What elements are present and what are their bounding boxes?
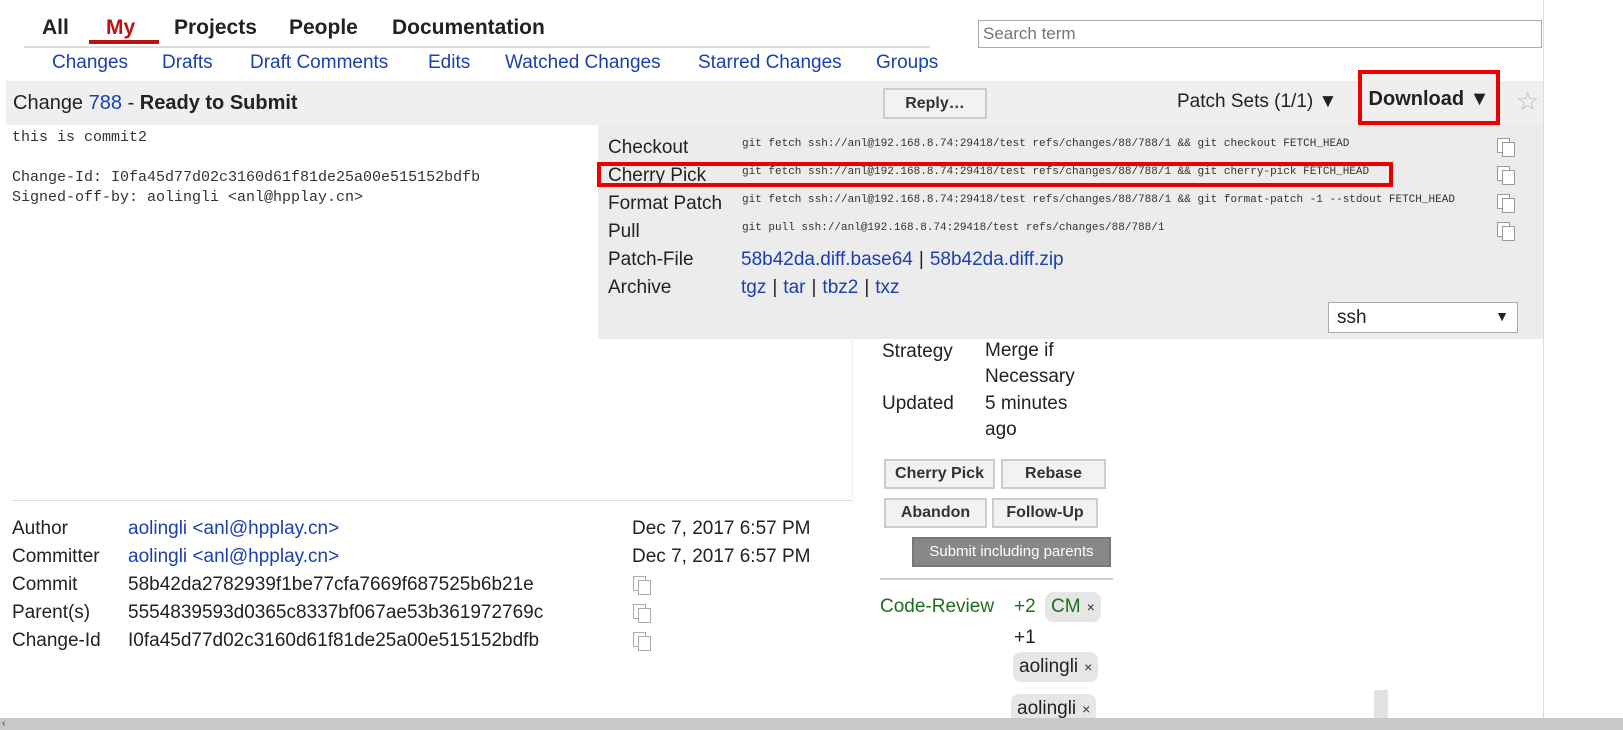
scroll-left-icon[interactable]: ‹ — [2, 718, 5, 729]
archive-label: Archive — [608, 277, 672, 298]
reviewer-chip: aolingli × — [1013, 652, 1099, 682]
archive-tbz2-link[interactable]: tbz2 — [822, 277, 858, 298]
chevron-down-icon: ▼ — [1495, 308, 1509, 324]
remove-reviewer-icon[interactable]: × — [1087, 599, 1095, 615]
archive-txz-link[interactable]: txz — [875, 277, 899, 298]
tab-all[interactable]: All — [42, 16, 69, 40]
change-label: Change — [13, 92, 84, 114]
cherry-pick-highlight-box — [597, 162, 1393, 187]
subtab-changes[interactable]: Changes — [52, 52, 128, 74]
top-nav: All My Projects People Documentation — [24, 0, 930, 48]
tab-my[interactable]: My — [106, 16, 135, 40]
change-number-link[interactable]: 788 — [89, 92, 122, 114]
strategy-value: Merge if Necessary — [985, 340, 1075, 387]
commit-hash: 58b42da2782939f1be77cfa7669f687525b6b21e — [128, 574, 534, 595]
download-label-pull: Pull — [608, 221, 640, 242]
reviewer-name: CM — [1051, 596, 1081, 617]
subtab-drafts[interactable]: Drafts — [162, 52, 213, 74]
subtab-starred-changes[interactable]: Starred Changes — [698, 52, 842, 74]
subtab-watched-changes[interactable]: Watched Changes — [505, 52, 661, 74]
reviewer-chip: CM × — [1045, 592, 1101, 622]
change-id-label: Change-Id — [12, 630, 101, 651]
rebase-button[interactable]: Rebase — [1001, 459, 1106, 489]
reviewer-name: aolingli — [1019, 656, 1079, 677]
updated-value: 5 minutes ago — [985, 393, 1068, 440]
subtab-draft-comments[interactable]: Draft Comments — [250, 52, 388, 74]
reply-button[interactable]: Reply… — [883, 88, 987, 119]
active-tab-indicator — [89, 40, 159, 44]
download-label-checkout: Checkout — [608, 137, 689, 158]
author-link[interactable]: aolingli <anl@hpplay.cn> — [128, 518, 339, 540]
link-separator: | — [864, 277, 870, 298]
download-button[interactable]: Download ▼ — [1358, 70, 1500, 125]
change-id-value: I0fa45d77d02c3160d61f81de25a00e515152bdf… — [128, 630, 540, 651]
vertical-scrollbar-thumb[interactable] — [1374, 690, 1388, 718]
search-input[interactable] — [978, 20, 1542, 48]
patch-sets-dropdown[interactable]: Patch Sets (1/1) ▼ — [1177, 91, 1337, 113]
reviewer-name: aolingli — [1017, 698, 1077, 719]
code-review-plus2: +2 — [1014, 596, 1036, 617]
tab-projects[interactable]: Projects — [174, 16, 257, 40]
parents-label: Parent(s) — [12, 602, 91, 623]
abandon-button[interactable]: Abandon — [884, 498, 987, 528]
subtab-groups[interactable]: Groups — [876, 52, 938, 74]
copy-icon[interactable] — [1497, 222, 1515, 241]
copy-icon[interactable] — [1497, 166, 1515, 185]
link-separator: | — [918, 249, 924, 270]
star-icon[interactable]: ☆ — [1516, 86, 1539, 117]
committer-label: Committer — [12, 546, 100, 567]
copy-icon[interactable] — [633, 576, 651, 595]
horizontal-scrollbar[interactable] — [0, 718, 1623, 730]
archive-links: tgz | tar | tbz2 | txz — [741, 277, 900, 299]
download-scheme-value: ssh — [1337, 307, 1367, 328]
tab-people[interactable]: People — [289, 16, 358, 40]
patch-file-zip-link[interactable]: 58b42da.diff.zip — [930, 249, 1064, 270]
divider — [880, 578, 1113, 580]
cherry-pick-button[interactable]: Cherry Pick — [884, 459, 995, 489]
author-date: Dec 7, 2017 6:57 PM — [632, 518, 811, 539]
remove-reviewer-icon[interactable]: × — [1084, 659, 1092, 675]
download-scheme-select[interactable]: ssh ▼ — [1328, 302, 1518, 333]
link-separator: | — [772, 277, 778, 298]
change-status: Ready to Submit — [139, 92, 298, 114]
subtab-edits[interactable]: Edits — [428, 52, 470, 74]
code-review-label: Code-Review — [880, 596, 995, 617]
change-title: Change 788 - Ready to Submit — [13, 92, 298, 115]
patch-file-label: Patch-File — [608, 249, 694, 270]
parent-hash: 5554839593d0365c8337bf067ae53b361972769c — [128, 602, 544, 623]
submit-including-parents-button[interactable]: Submit including parents — [912, 537, 1111, 567]
patch-file-links: 58b42da.diff.base64 | 58b42da.diff.zip — [741, 249, 1064, 271]
remove-reviewer-icon[interactable]: × — [1082, 701, 1090, 717]
committer-date: Dec 7, 2017 6:57 PM — [632, 546, 811, 567]
follow-up-button[interactable]: Follow-Up — [992, 498, 1098, 528]
tab-documentation[interactable]: Documentation — [392, 16, 545, 40]
committer-link[interactable]: aolingli <anl@hpplay.cn> — [128, 546, 339, 568]
archive-tar-link[interactable]: tar — [783, 277, 805, 298]
copy-icon[interactable] — [633, 632, 651, 651]
download-label-format-patch: Format Patch — [608, 193, 723, 214]
download-command-checkout[interactable]: git fetch ssh://anl@192.168.8.74:29418/t… — [742, 138, 1349, 150]
download-command-format-patch[interactable]: git fetch ssh://anl@192.168.8.74:29418/t… — [742, 194, 1455, 206]
archive-tgz-link[interactable]: tgz — [741, 277, 766, 298]
copy-icon[interactable] — [1497, 138, 1515, 157]
patch-file-base64-link[interactable]: 58b42da.diff.base64 — [741, 249, 913, 270]
link-separator: | — [811, 277, 817, 298]
copy-icon[interactable] — [633, 604, 651, 623]
updated-label: Updated — [882, 393, 954, 414]
title-separator: - — [127, 92, 135, 114]
copy-icon[interactable] — [1497, 194, 1515, 213]
strategy-label: Strategy — [882, 341, 953, 362]
download-command-pull[interactable]: git pull ssh://anl@192.168.8.74:29418/te… — [742, 222, 1164, 234]
vertical-scrollbar-area — [1543, 0, 1623, 718]
commit-label: Commit — [12, 574, 78, 595]
code-review-plus1: +1 — [1014, 627, 1036, 648]
author-label: Author — [12, 518, 68, 539]
